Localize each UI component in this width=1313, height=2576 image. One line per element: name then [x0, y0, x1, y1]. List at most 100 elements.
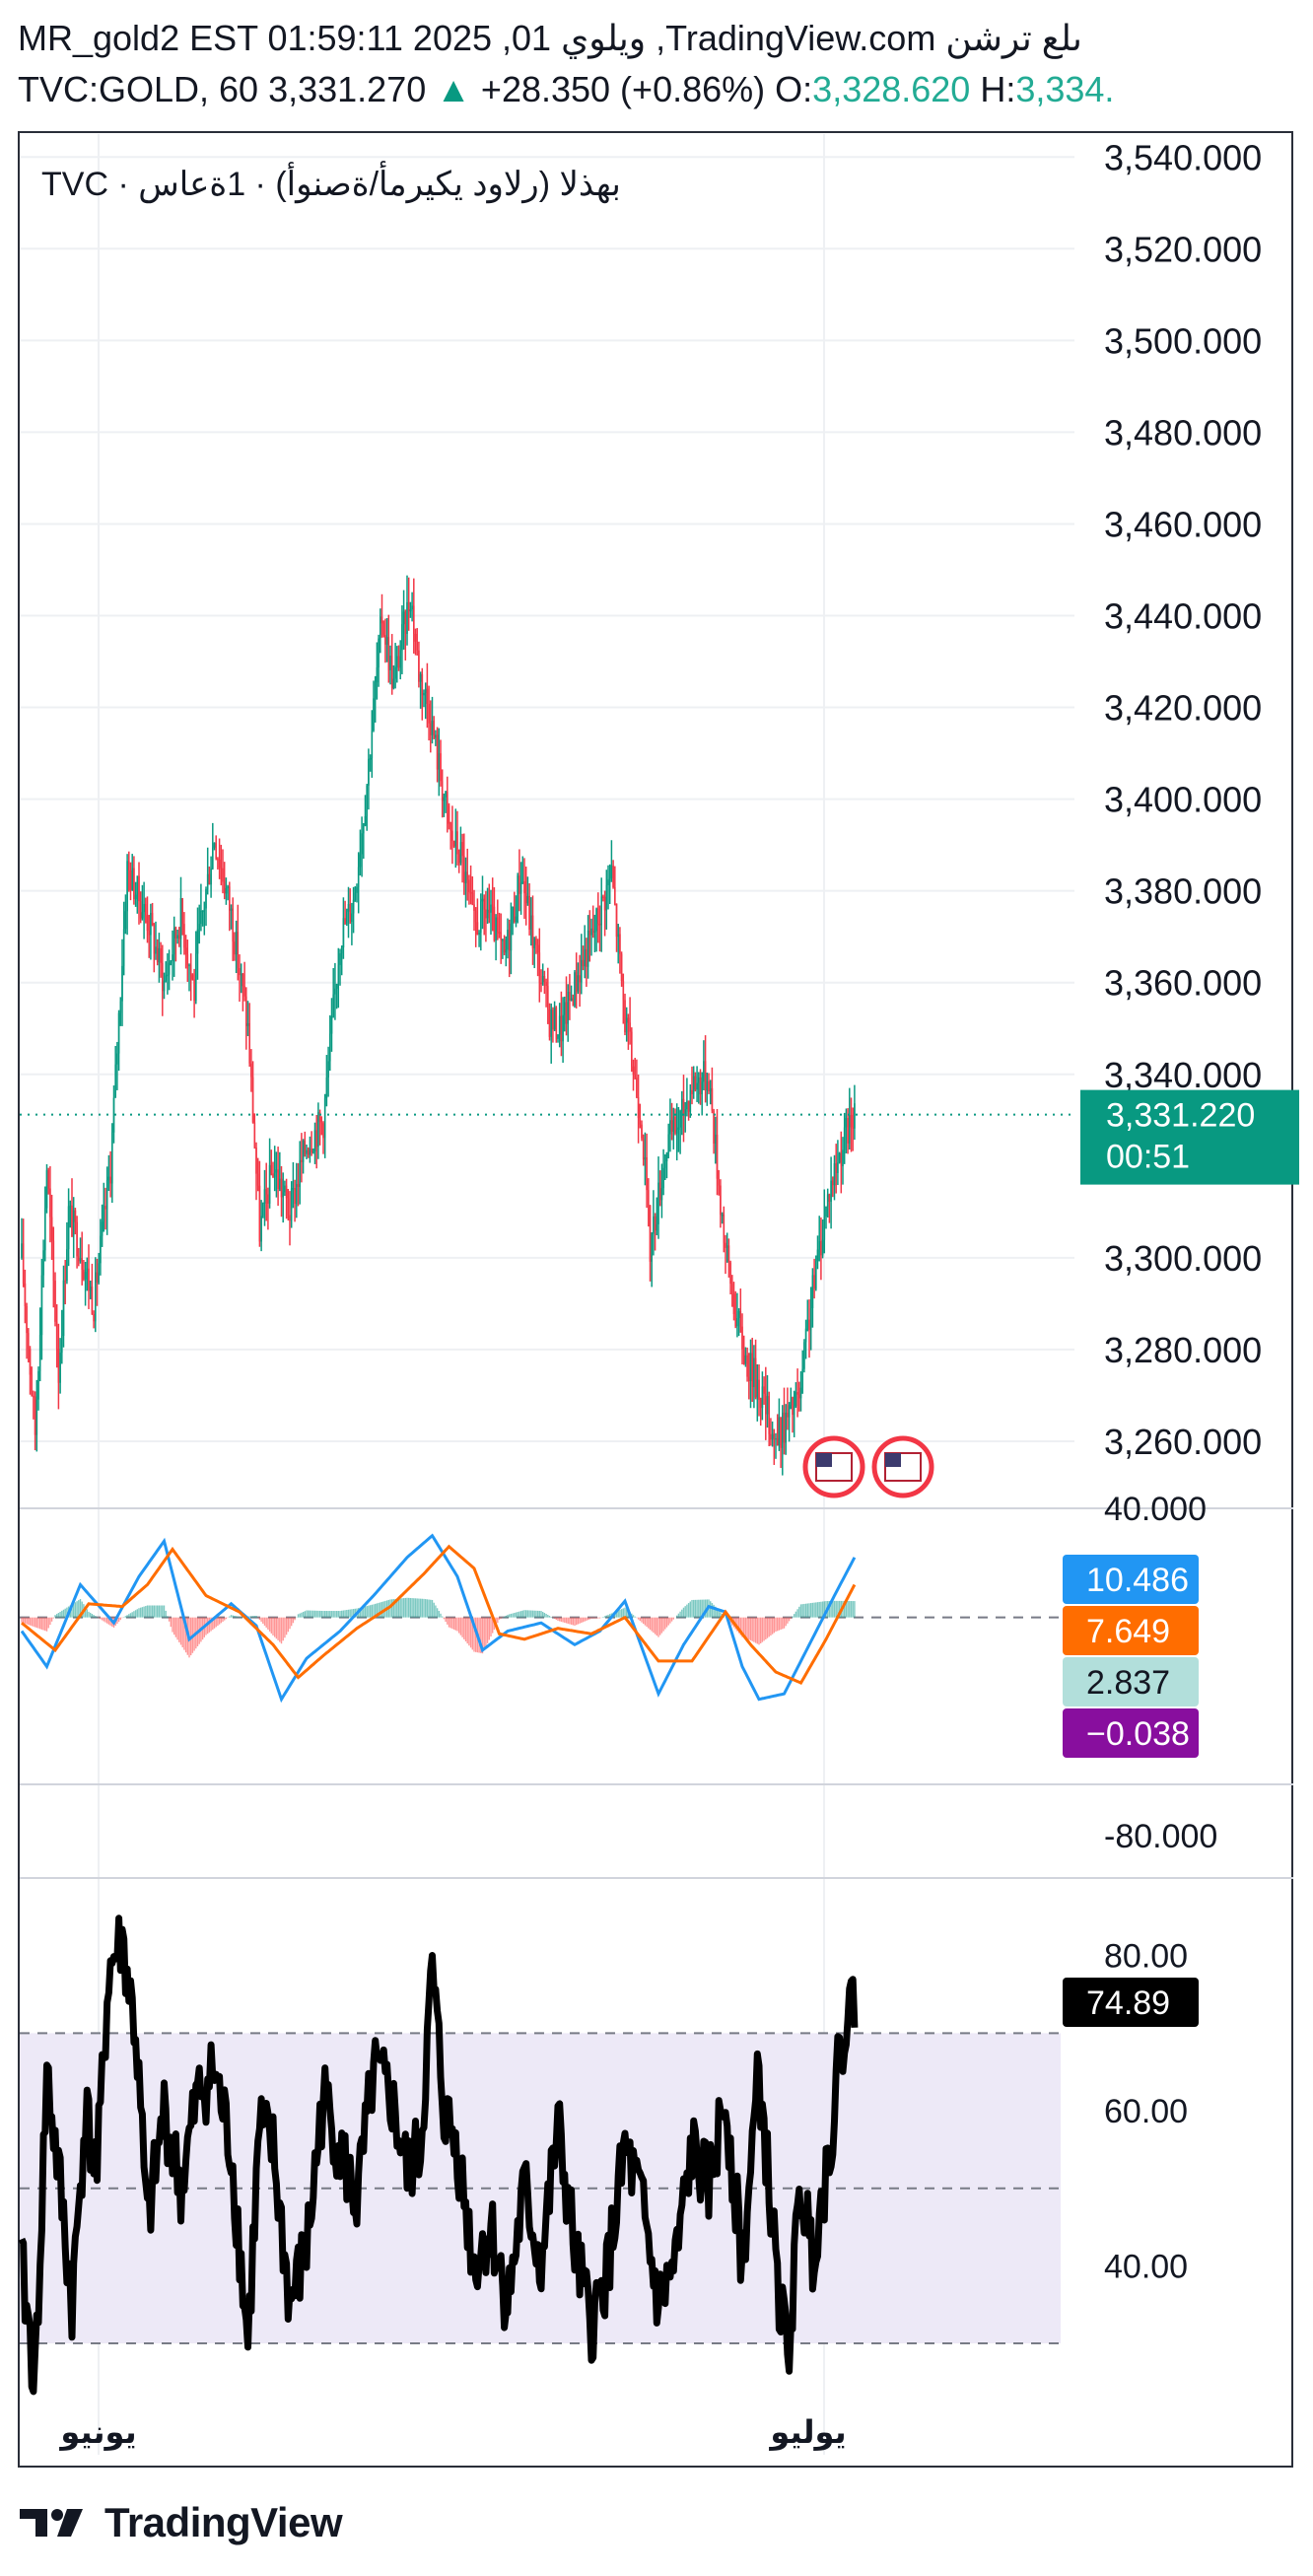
- price-candle-body: [776, 1437, 779, 1446]
- price-candle-body: [260, 1216, 262, 1242]
- price-candle-body: [681, 1098, 683, 1111]
- price-candle-body: [771, 1433, 774, 1440]
- price-candle-body: [24, 1283, 27, 1306]
- price-candle-body: [498, 932, 501, 934]
- price-candle-body: [751, 1353, 753, 1388]
- price-candle-body: [347, 903, 350, 912]
- price-candle-body: [198, 924, 200, 930]
- price-candle-body: [586, 948, 587, 967]
- price-candle-body: [34, 1396, 36, 1435]
- price-candle-body: [687, 1100, 690, 1112]
- price-candle-body: [33, 1395, 35, 1398]
- price-candle-body: [696, 1082, 698, 1090]
- price-candle-body: [89, 1287, 92, 1291]
- price-candle-body: [272, 1173, 274, 1177]
- price-candle-body: [153, 925, 156, 954]
- price-candle-body: [667, 1134, 669, 1153]
- price-candle-body: [801, 1368, 803, 1388]
- price-candle-body: [227, 886, 229, 888]
- price-candle-body: [636, 1078, 638, 1098]
- price-candle-body: [339, 953, 341, 965]
- price-candle-body: [114, 1064, 116, 1098]
- price-candle-body: [535, 938, 537, 945]
- price-candle-body: [374, 682, 377, 699]
- price-candle-body: [704, 1061, 707, 1091]
- price-candle-body: [162, 962, 164, 992]
- price-candle-body: [267, 1194, 269, 1204]
- price-candle-body: [476, 922, 479, 935]
- price-candle-body: [739, 1310, 742, 1327]
- price-candle-body: [615, 903, 618, 938]
- price-candle-body: [540, 982, 542, 985]
- chart-canvas[interactable]: 3,260.000 3,280.000 3,300.000 3,340.000 3,36…: [0, 0, 1313, 2576]
- price-candle-body: [526, 895, 529, 904]
- price-candle-body: [582, 959, 585, 967]
- price-candle-body: [799, 1387, 802, 1399]
- price-candle-body: [356, 886, 358, 893]
- price-candle-body: [143, 903, 145, 913]
- price-candle-body: [694, 1076, 697, 1090]
- price-candle-body: [491, 904, 494, 907]
- price-candle-body: [608, 877, 611, 880]
- price-candle-body: [232, 908, 234, 942]
- price-candle-body: [715, 1134, 717, 1144]
- price-candle-body: [570, 998, 573, 1001]
- price-candle-body: [602, 896, 604, 898]
- macd-axis-tick: -80.000: [1104, 1818, 1217, 1855]
- price-candle-body: [560, 1015, 563, 1042]
- price-candle-body: [816, 1249, 819, 1262]
- price-candle-body: [155, 946, 157, 954]
- price-axis-tick: 3,400.000: [1104, 780, 1262, 820]
- price-candle-body: [389, 656, 391, 670]
- price-axis-tick: 3,280.000: [1104, 1330, 1262, 1370]
- price-candle-body: [627, 1017, 630, 1023]
- price-candle-body: [825, 1206, 827, 1217]
- price-candle-body: [334, 988, 336, 995]
- rsi-axis-tick: 40.00: [1104, 2248, 1188, 2285]
- price-candle-body: [88, 1268, 90, 1291]
- price-candle-body: [737, 1310, 740, 1319]
- price-candle-body: [116, 1053, 118, 1065]
- price-candle-body: [67, 1206, 70, 1250]
- price-countdown: 00:51: [1106, 1139, 1190, 1176]
- price-candle-body: [692, 1076, 695, 1094]
- price-candle-body: [117, 1012, 120, 1054]
- price-candle-body: [838, 1152, 841, 1163]
- price-candle-body: [804, 1328, 807, 1343]
- price-candle-body: [835, 1163, 837, 1173]
- price-candle-body: [230, 908, 233, 911]
- price-candle-body: [191, 974, 194, 980]
- price-candle-body: [246, 1022, 249, 1026]
- price-candle-body: [531, 915, 534, 948]
- price-candle-body: [634, 1075, 636, 1079]
- price-candle-body: [170, 960, 173, 963]
- price-candle-body: [826, 1194, 829, 1207]
- price-candle-body: [631, 1031, 633, 1067]
- price-candle-body: [754, 1358, 757, 1398]
- price-candle-body: [315, 1130, 317, 1148]
- price-candle-body: [447, 792, 449, 806]
- price-candle-body: [726, 1245, 728, 1248]
- price-candle-body: [547, 986, 549, 1010]
- price-candle-body: [445, 792, 447, 798]
- price-candle-body: [181, 898, 183, 925]
- price-candle-body: [736, 1318, 738, 1327]
- price-candle-body: [104, 1206, 106, 1210]
- price-candle-body: [45, 1169, 48, 1209]
- price-candle-body: [811, 1275, 814, 1308]
- price-candle-body: [401, 624, 403, 651]
- price-candle-body: [555, 1008, 558, 1039]
- price-candle-body: [160, 947, 162, 963]
- price-candle-body: [150, 913, 152, 936]
- price-candle-body: [795, 1392, 797, 1407]
- price-candle-body: [490, 904, 492, 913]
- tradingview-logo-icon: [20, 2509, 83, 2537]
- price-axis-tick: 3,520.000: [1104, 229, 1262, 269]
- price-axis-tick: 3,480.000: [1104, 412, 1262, 453]
- price-candle-body: [607, 879, 609, 886]
- price-candle-body: [785, 1412, 787, 1443]
- price-candle-body: [296, 1184, 298, 1205]
- price-candle-body: [593, 931, 596, 933]
- price-candle-body: [625, 1017, 628, 1033]
- price-candle-body: [186, 954, 189, 965]
